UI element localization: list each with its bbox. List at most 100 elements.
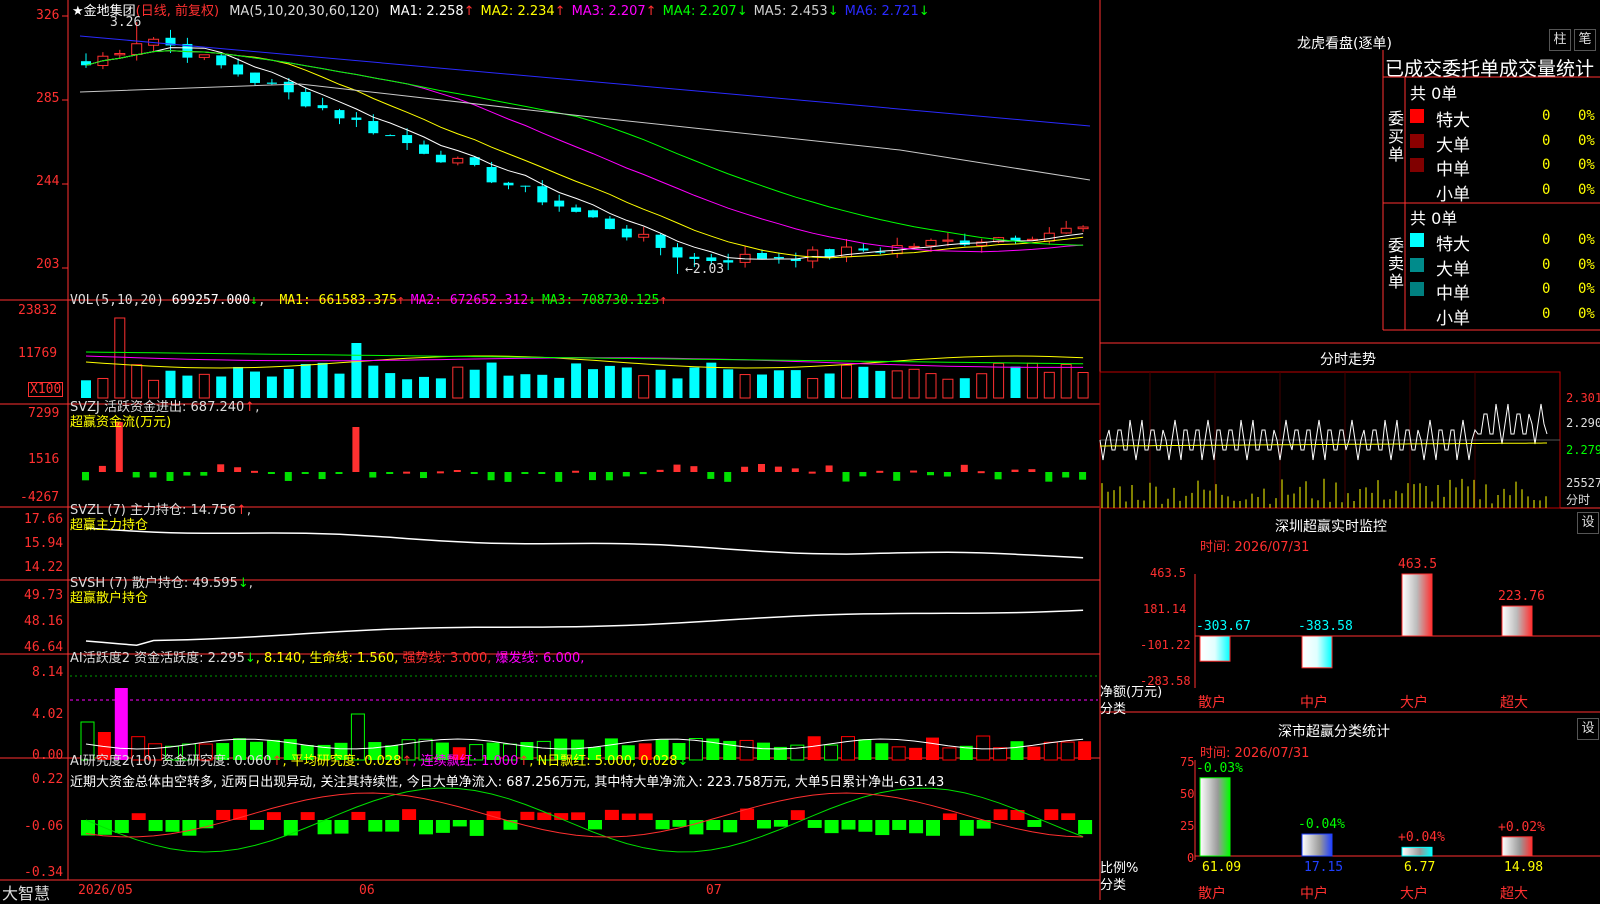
svzj-bar-57: [1045, 472, 1053, 482]
vol-ma-arrow-0: ↑: [396, 293, 405, 308]
ai1-bar-45: [841, 736, 855, 761]
sell-row-count-1: 0: [1542, 256, 1551, 273]
price-ma-3: MA4: 2.207: [662, 4, 737, 19]
vol-bar-23: [469, 369, 480, 398]
sz-class-title: 深市超赢分类统计: [1278, 724, 1390, 740]
candle-body-26: [520, 185, 531, 187]
ai1-strong-line: 强势线: 3.000,: [402, 651, 492, 666]
ai2-arrow2: ↑: [401, 754, 413, 769]
vol-bar-51: [942, 378, 954, 399]
sz-monitor-tick-1: 463.5: [1150, 566, 1187, 580]
ai1-bar-51: [942, 747, 957, 761]
svzj-bar-5: [166, 472, 174, 481]
sz-class-change-0: -0.03%: [1196, 760, 1243, 776]
candle-body-41: [773, 256, 784, 259]
buy-row-count-1: 0: [1542, 132, 1551, 149]
ai2-bar-2: [114, 820, 129, 834]
candle-body-28: [554, 200, 565, 207]
sz-class-tick-0: 0: [1187, 851, 1195, 865]
sz-class-settings-button[interactable]: 设: [1577, 718, 1599, 740]
ai1-bar-46: [858, 739, 872, 760]
svzl-arrow: ↑: [235, 503, 247, 518]
candle-body-13: [300, 91, 311, 107]
vol-bar-25: [503, 375, 514, 398]
candle-body-59: [1077, 226, 1089, 230]
sz-monitor-value-0: -303.67: [1196, 619, 1251, 634]
ai2-bar-6: [182, 820, 197, 836]
period-label[interactable]: (日线, 前复权): [136, 4, 219, 19]
svzj-bar-49: [910, 470, 918, 473]
price-ma-arrow-1: ↑: [554, 4, 566, 19]
candle-body-12: [283, 81, 294, 93]
ai2-bar-15: [334, 820, 349, 834]
ai2-bar-34: [655, 820, 670, 830]
vol-bar-49: [908, 368, 920, 399]
ai2-bar-30: [588, 820, 602, 830]
sell-row-name-2: 中单: [1436, 284, 1470, 304]
ai1-bar-54: [993, 747, 1008, 761]
ai2-bar-12: [283, 820, 298, 836]
price-tick-326: 326: [36, 8, 60, 23]
sz-class-change-1: -0.04%: [1298, 817, 1345, 833]
vol-bar-15: [334, 373, 345, 398]
tick-view-button[interactable]: 笔: [1574, 29, 1596, 51]
ai2-bar-22: [452, 820, 467, 827]
ai2-bar-21: [435, 820, 450, 833]
candle-body-24: [486, 167, 497, 183]
svzl-line: [85, 527, 1084, 559]
sz-monitor-value-1: -383.58: [1298, 619, 1353, 634]
svzj-bar-51: [943, 472, 951, 477]
ai1-burst-line: 爆发线: 6.000,: [495, 651, 585, 666]
vol-bar-43: [807, 378, 819, 399]
svsh-tick-1: 49.73: [24, 588, 64, 603]
svsh-tail: ,: [248, 576, 253, 591]
candle-body-55: [1010, 237, 1021, 241]
candle-body-3: [131, 43, 143, 55]
sz-monitor-category-1: 中户: [1300, 695, 1328, 711]
sell-row-swatch-2: [1410, 282, 1424, 296]
vol-bar-21: [435, 378, 446, 398]
vol-bar-58: [1060, 363, 1072, 399]
buy-row-name-1: 大单: [1436, 135, 1470, 156]
vol-ma3: [85, 351, 1084, 365]
ai2-tick-2: -0.06: [24, 819, 64, 834]
sell-row-pct-1: 0%: [1578, 256, 1595, 273]
svzj-bar-37: [707, 472, 715, 479]
candle-body-20: [419, 144, 429, 154]
ai1-bar-36: [688, 738, 703, 761]
sz-monitor-settings-button[interactable]: 设: [1577, 512, 1599, 534]
svzj-bar-17: [369, 472, 377, 478]
vol-bar-39: [739, 374, 751, 399]
sz-class-category-label: 分类: [1100, 878, 1127, 893]
price-ma-5: MA6: 2.721: [844, 4, 919, 19]
svzj-bar-10: [251, 470, 258, 473]
column-view-button[interactable]: 柱: [1549, 29, 1571, 51]
vol-bar-50: [925, 373, 937, 399]
ma-line-1: [85, 47, 1084, 260]
ai2-bar-29: [571, 812, 586, 820]
svsh-tick-3: 46.64: [24, 640, 64, 655]
vol-bar-27: [537, 374, 548, 398]
sz-class-tick-25: 25: [1180, 819, 1195, 833]
ai1-arrow: ↓: [244, 651, 256, 666]
ai2-bar-10: [250, 820, 264, 830]
ai2-arrow3: ↑: [518, 754, 530, 769]
candle-body-57: [1043, 232, 1055, 242]
ai2-tick-1: 0.22: [32, 772, 64, 787]
ai2-bar-49: [909, 820, 924, 834]
svzj-arrow: ↑: [244, 400, 256, 415]
svzj-bar-1: [98, 465, 106, 472]
vol-bar-19: [402, 379, 413, 398]
vol-ma-arrow-2: ↑: [659, 293, 668, 308]
svzj-bar-15: [335, 472, 343, 474]
ai2-bar-50: [926, 820, 940, 836]
svzj-bar-8: [217, 464, 225, 472]
svzj-bar-59: [1079, 472, 1087, 480]
sell-row-count-2: 0: [1542, 281, 1551, 297]
price-ma-arrow-0: ↑: [463, 4, 475, 19]
vol-bar-18: [385, 373, 396, 398]
candle-body-32: [621, 228, 632, 238]
vol-bar-8: [216, 376, 227, 398]
svzj-bar-18: [386, 472, 394, 474]
candle-body-29: [571, 207, 582, 212]
